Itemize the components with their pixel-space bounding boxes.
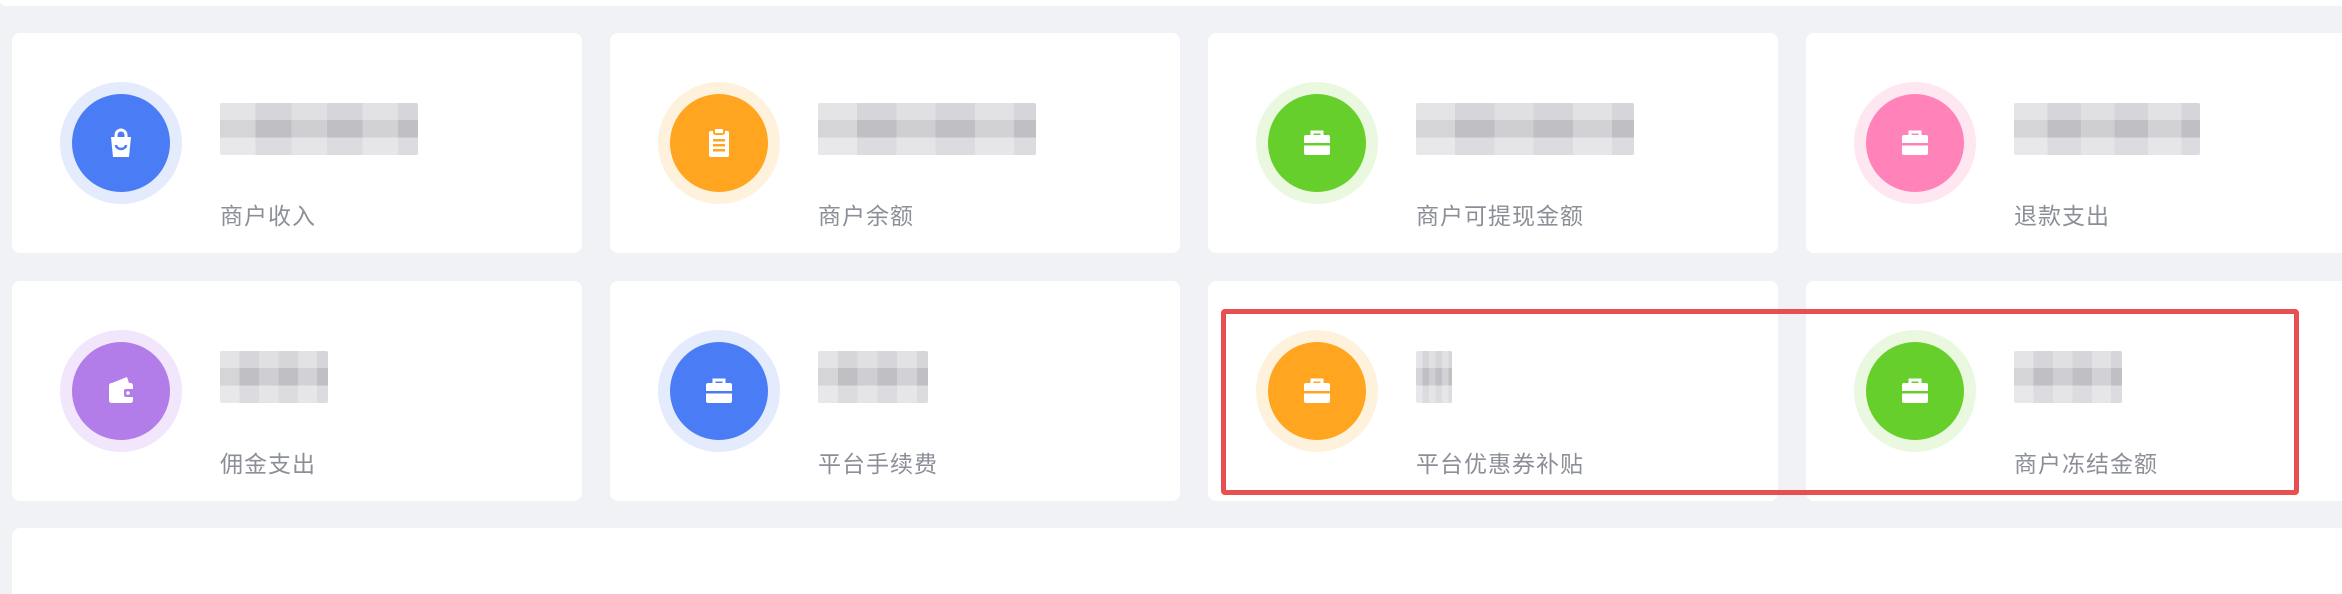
stat-value-masked [2014,103,2200,155]
stat-card-merchant-balance[interactable]: 商户余额 [610,33,1180,253]
stat-card-refund-expense[interactable]: 退款支出 [1806,33,2342,253]
briefcase-icon [1268,342,1366,440]
bottom-panel [12,528,2342,594]
icon-ring [1854,82,1976,204]
icon-ring [60,330,182,452]
briefcase-icon [1866,94,1964,192]
icon-ring [658,330,780,452]
icon-ring [658,82,780,204]
icon-ring [1256,82,1378,204]
stat-card-frozen-amount[interactable]: 商户冻结金额 [1806,281,2342,501]
stat-label: 商户冻结金额 [2014,452,2158,478]
clipboard-icon [670,94,768,192]
icon-ring [1854,330,1976,452]
stat-value-masked [818,351,928,403]
stat-value-masked [1416,103,1634,155]
stat-label: 退款支出 [2014,204,2110,230]
stat-value-masked [818,103,1036,155]
stat-card-withdrawable-amount[interactable]: 商户可提现金额 [1208,33,1778,253]
stat-label: 平台手续费 [818,452,938,478]
stat-label: 商户余额 [818,204,914,230]
stat-label: 平台优惠券补贴 [1416,452,1584,478]
stat-value-masked [220,351,328,403]
stat-card-commission-expense[interactable]: 佣金支出 [12,281,582,501]
icon-ring [1256,330,1378,452]
stat-value-masked [2014,351,2122,403]
top-panel-edge [0,0,2342,6]
stat-value-masked [1416,351,1452,403]
briefcase-icon [670,342,768,440]
stat-value-masked [220,103,418,155]
stat-card-merchant-income[interactable]: 商户收入 [12,33,582,253]
stat-label: 商户收入 [220,204,316,230]
shopping-bag-icon [72,94,170,192]
stat-card-platform-fee[interactable]: 平台手续费 [610,281,1180,501]
stat-card-coupon-subsidy[interactable]: 平台优惠券补贴 [1208,281,1778,501]
briefcase-icon [1268,94,1366,192]
icon-ring [60,82,182,204]
stat-label: 商户可提现金额 [1416,204,1584,230]
stat-label: 佣金支出 [220,452,316,478]
wallet-icon [72,342,170,440]
briefcase-icon [1866,342,1964,440]
